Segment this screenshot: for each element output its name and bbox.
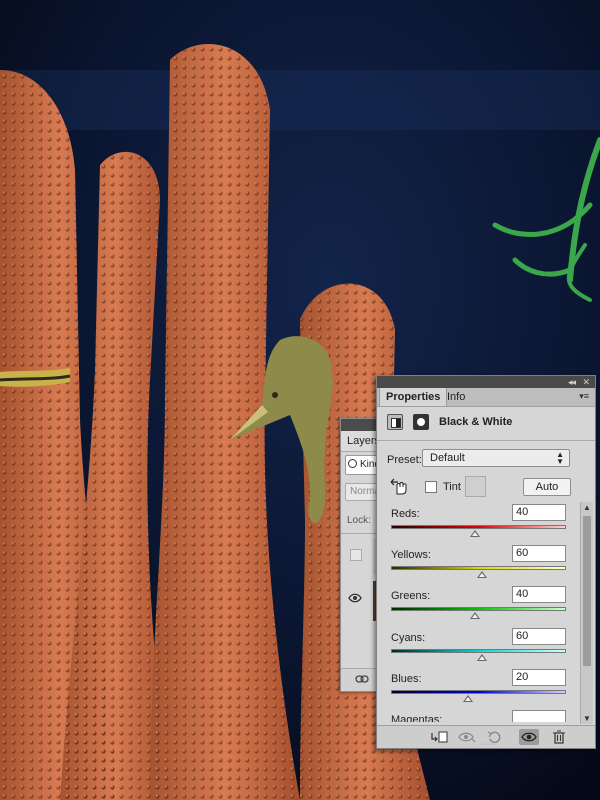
scroll-up-icon[interactable]: ▲ (583, 503, 591, 512)
eye-icon[interactable] (348, 593, 362, 603)
collapse-icon[interactable]: ◂◂ (568, 376, 576, 388)
targeted-adjustment-hand-icon[interactable] (389, 476, 409, 496)
slider-thumb[interactable] (477, 571, 487, 578)
slider-track[interactable] (391, 690, 566, 694)
panel-menu-icon[interactable]: ▾≡ (579, 391, 589, 402)
tab-properties[interactable]: Properties (379, 388, 448, 406)
layer-visibility-toggle[interactable] (350, 549, 362, 561)
slider-label: Reds: (391, 508, 420, 520)
preset-value: Default (430, 452, 465, 464)
slider-track[interactable] (391, 566, 566, 570)
slider-label: Yellows: (391, 549, 431, 561)
slider-thumb[interactable] (477, 654, 487, 661)
properties-titlebar[interactable]: ◂◂ ✕ (377, 376, 595, 388)
adjustment-header: Black & White (387, 414, 587, 434)
search-icon (348, 459, 357, 468)
slider-value-input[interactable]: 40 (512, 504, 566, 521)
properties-tabs: Properties Info ▾≡ (377, 388, 595, 407)
close-icon[interactable]: ✕ (582, 376, 590, 388)
resize-grip[interactable]: ⋯⋯ (481, 741, 495, 748)
view-previous-state-icon[interactable] (457, 729, 477, 745)
eye-icon[interactable] (519, 729, 539, 745)
slider-thumb[interactable] (470, 612, 480, 619)
slider-label: Greens: (391, 590, 431, 602)
slider-reds: Reds: 40 (377, 504, 577, 545)
slider-thumb[interactable] (470, 530, 480, 537)
slider-greens: Greens: 40 (377, 586, 577, 627)
color-sliders: Reds: 40 Yellows: 60 Greens: 40 Cyans: 6… (377, 504, 577, 722)
slider-label: Cyans: (391, 632, 426, 644)
slider-thumb[interactable] (463, 695, 473, 702)
slider-track[interactable] (391, 525, 566, 529)
scrollbar-thumb[interactable] (583, 516, 591, 666)
auto-button[interactable]: Auto (523, 478, 571, 496)
slider-yellows: Yellows: 60 (377, 545, 577, 586)
slider-label: Blues: (391, 673, 422, 685)
lock-label: Lock: (347, 515, 371, 526)
preset-dropdown[interactable]: Default ▲ ▼ (422, 449, 570, 467)
slider-value-input[interactable]: 40 (512, 586, 566, 603)
slider-value-input[interactable]: 60 (512, 628, 566, 645)
preset-label: Preset: (387, 454, 422, 466)
slider-blues: Blues: 20 (377, 669, 577, 710)
slider-track[interactable] (391, 607, 566, 611)
stepper-arrows-icon: ▲ ▼ (556, 450, 564, 466)
slider-track[interactable] (391, 649, 566, 653)
slider-label: Magentas: (391, 714, 443, 722)
slider-value-input[interactable]: 60 (512, 545, 566, 562)
slider-magentas: Magentas: (377, 710, 577, 722)
tab-info[interactable]: Info (441, 388, 471, 406)
divider (377, 440, 595, 441)
slider-value-input[interactable]: 20 (512, 669, 566, 686)
clip-to-layer-icon[interactable] (429, 729, 449, 745)
trash-icon[interactable] (549, 729, 569, 745)
link-icon[interactable] (355, 674, 369, 684)
tint-label: Tint (443, 481, 461, 493)
properties-scrollbar[interactable]: ▲ ▼ (580, 502, 593, 724)
tint-color-swatch[interactable] (465, 476, 486, 497)
properties-footer: ⋯⋯ (377, 725, 595, 748)
slider-value-input[interactable] (512, 710, 566, 722)
tint-checkbox[interactable] (425, 481, 437, 493)
adjustment-title: Black & White (439, 416, 513, 428)
scroll-down-icon[interactable]: ▼ (583, 714, 591, 723)
slider-cyans: Cyans: 60 (377, 628, 577, 669)
layer-mask-icon[interactable] (413, 414, 429, 430)
black-white-adjustment-icon[interactable] (387, 414, 403, 430)
properties-panel: ◂◂ ✕ Properties Info ▾≡ Black & White Pr… (376, 375, 596, 749)
